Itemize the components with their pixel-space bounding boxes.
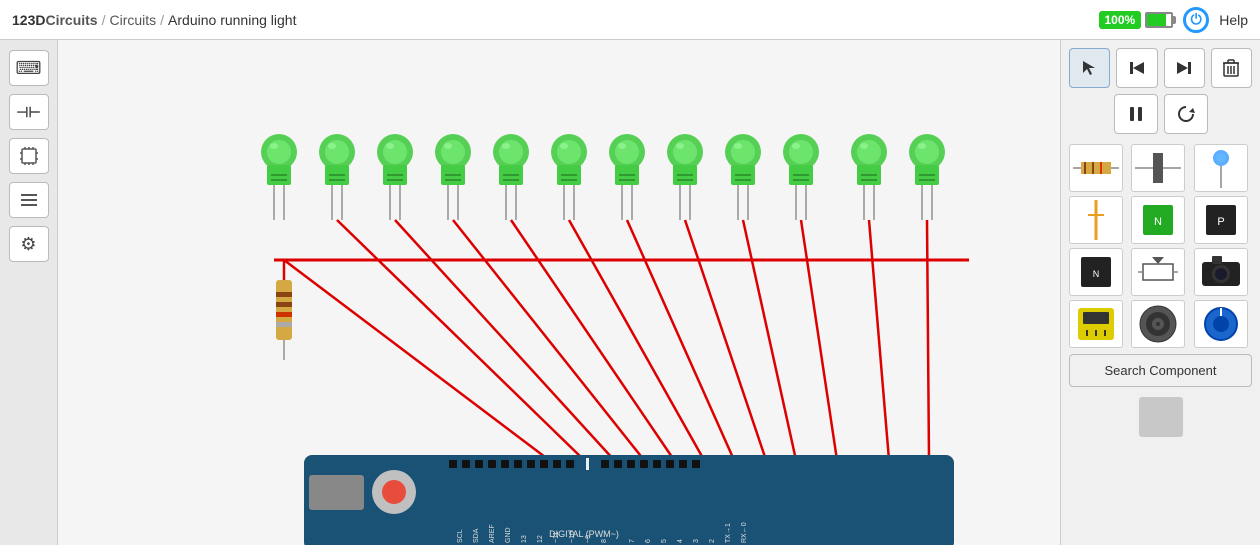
control-row-1 <box>1069 48 1252 88</box>
power-component[interactable] <box>1069 196 1123 244</box>
svg-text:N: N <box>1093 269 1100 279</box>
led-7 <box>609 134 645 220</box>
pause-button[interactable] <box>1114 94 1158 134</box>
led-2 <box>319 134 355 220</box>
led-11 <box>851 134 887 220</box>
power-button[interactable]: ⏻ <box>1183 7 1209 33</box>
capacitor-component[interactable] <box>1131 144 1185 192</box>
sep2: / <box>160 12 164 28</box>
wire-5 <box>569 220 704 460</box>
circuits-link[interactable]: Circuits <box>109 12 156 28</box>
list-tool[interactable] <box>9 182 49 218</box>
battery-indicator: 100% <box>1099 11 1174 29</box>
led-9 <box>725 134 761 220</box>
wire-4 <box>511 220 674 460</box>
transistor-n-component[interactable]: N <box>1131 196 1185 244</box>
component-placeholder <box>1139 397 1183 437</box>
battery-icon <box>1145 12 1173 28</box>
left-sidebar: ⌨ ⊣⊢ ⚙ <box>0 40 58 545</box>
wire-9 <box>801 220 837 460</box>
page-title: Arduino running light <box>168 12 296 28</box>
transistor-npn-component[interactable]: N <box>1069 248 1123 296</box>
arduino-board: SCL SDA AREF GND 13 12 ~11 ~10 ~9 8 7 6 … <box>304 455 954 545</box>
wire-10 <box>869 220 889 460</box>
svg-text:4: 4 <box>677 539 684 543</box>
wire-2 <box>395 220 614 460</box>
help-link[interactable]: Help <box>1219 12 1248 28</box>
potentiometer-component[interactable] <box>1131 248 1185 296</box>
step-back-button[interactable] <box>1116 48 1157 88</box>
led-5 <box>493 134 529 220</box>
breadcrumb: 123DCircuits / Circuits / Arduino runnin… <box>12 12 296 28</box>
camera-component[interactable] <box>1194 248 1248 296</box>
led-3 <box>377 134 413 220</box>
led-6 <box>551 134 587 220</box>
svg-text:TX→1: TX→1 <box>725 523 732 543</box>
svg-text:3: 3 <box>693 539 700 543</box>
topbar-right: 100% ⏻ Help <box>1099 7 1249 33</box>
svg-text:GND: GND <box>505 527 512 543</box>
canvas-area[interactable]: SCL SDA AREF GND 13 12 ~11 ~10 ~9 8 7 6 … <box>58 40 1060 545</box>
led-10 <box>783 134 819 220</box>
wire-11 <box>927 220 929 460</box>
component-grid: N P N <box>1069 144 1252 348</box>
svg-text:P: P <box>1217 216 1224 228</box>
svg-text:AREF: AREF <box>489 524 496 543</box>
svg-text:5: 5 <box>661 539 668 543</box>
transistor-p-component[interactable]: P <box>1194 196 1248 244</box>
topbar: 123DCircuits / Circuits / Arduino runnin… <box>0 0 1260 40</box>
resistor-component[interactable] <box>1069 144 1123 192</box>
wire-6 <box>627 220 734 460</box>
speaker-component[interactable] <box>1131 300 1185 348</box>
svg-text:8: 8 <box>601 539 608 543</box>
led-component[interactable] <box>1194 144 1248 192</box>
svg-text:DIGITAL (PWM~): DIGITAL (PWM~) <box>549 529 619 539</box>
brand-name: 123DCircuits <box>12 12 98 28</box>
led-8 <box>667 134 703 220</box>
svg-text:2: 2 <box>709 539 716 543</box>
sep1: / <box>102 12 106 28</box>
keyboard-tool[interactable]: ⌨ <box>9 50 49 86</box>
rotate-button[interactable] <box>1164 94 1208 134</box>
led-4 <box>435 134 471 220</box>
svg-text:7: 7 <box>629 539 636 543</box>
svg-text:6: 6 <box>645 539 652 543</box>
battery-fill <box>1147 14 1166 26</box>
svg-text:SDA: SDA <box>473 528 480 543</box>
chip-tool[interactable] <box>9 138 49 174</box>
circuit-svg: SCL SDA AREF GND 13 12 ~11 ~10 ~9 8 7 6 … <box>58 40 1060 545</box>
led-12 <box>909 134 945 220</box>
wire-8 <box>743 220 796 460</box>
right-panel: N P N <box>1060 40 1260 545</box>
svg-text:SCL: SCL <box>457 529 464 543</box>
led-1 <box>261 134 297 220</box>
svg-text:RX←0: RX←0 <box>741 522 748 543</box>
svg-text:12: 12 <box>537 535 544 543</box>
component-tool[interactable]: ⊣⊢ <box>9 94 49 130</box>
wire-7 <box>685 220 766 460</box>
svg-text:13: 13 <box>521 535 528 543</box>
main-area: ⌨ ⊣⊢ ⚙ <box>0 40 1260 545</box>
select-tool-button[interactable] <box>1069 48 1110 88</box>
svg-text:N: N <box>1154 216 1162 228</box>
rotary-component[interactable] <box>1194 300 1248 348</box>
multimeter-component[interactable] <box>1069 300 1123 348</box>
battery-percentage: 100% <box>1099 11 1142 29</box>
step-forward-button[interactable] <box>1164 48 1205 88</box>
settings-tool[interactable]: ⚙ <box>9 226 49 262</box>
search-component-button[interactable]: Search Component <box>1069 354 1252 387</box>
delete-button[interactable] <box>1211 48 1252 88</box>
control-row-2 <box>1069 94 1252 134</box>
